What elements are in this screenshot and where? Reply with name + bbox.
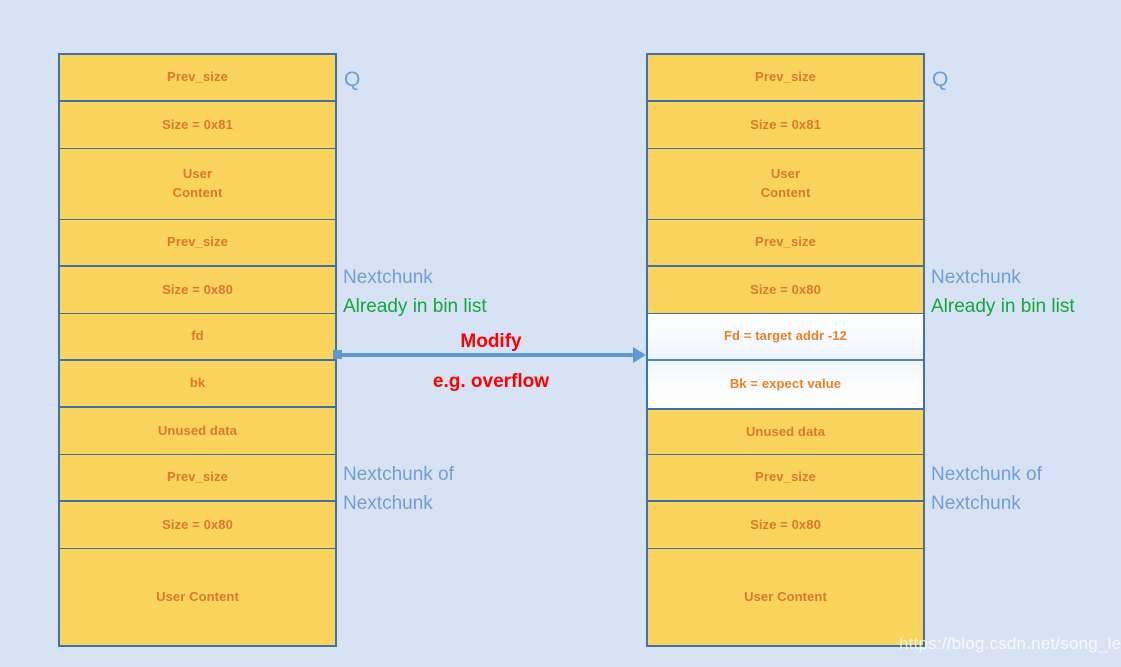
row-label: Size = 0x80 bbox=[750, 281, 821, 297]
row-label: fd bbox=[191, 328, 204, 344]
left-row-prev-size-1: Prev_size bbox=[60, 220, 335, 267]
right-row-size-0x81: Size = 0x81 bbox=[648, 102, 923, 149]
right-nextchunk-note: Already in bin list bbox=[931, 295, 1075, 317]
right-nextchunk-annotation: Nextchunk Already in bin list bbox=[931, 264, 1075, 322]
row-label: bk bbox=[189, 375, 206, 391]
right-chunk-column: Prev_size Size = 0x81 User Content Prev_… bbox=[646, 53, 925, 647]
left-nextchunk-of-nextchunk-annotation: Nextchunk of Nextchunk bbox=[343, 461, 454, 519]
right-row-unused-data: Unused data bbox=[648, 408, 923, 455]
left-row-size-0x80-1: Size = 0x80 bbox=[60, 502, 335, 549]
row-label-line2: Content bbox=[760, 185, 811, 200]
right-nnc-line2: Nextchunk bbox=[931, 492, 1021, 514]
modify-label: Modify bbox=[460, 331, 522, 352]
right-nextchunk-title: Nextchunk bbox=[931, 267, 1021, 288]
right-row-size-0x80-1: Size = 0x80 bbox=[648, 502, 923, 549]
row-label: User Content bbox=[156, 588, 239, 604]
left-row-prev-size-0: Prev_size bbox=[60, 55, 335, 102]
left-row-size-0x80-0: Size = 0x80 bbox=[60, 267, 335, 314]
left-row-user-content-1: User Content bbox=[60, 549, 335, 645]
row-label: User Content bbox=[744, 588, 827, 604]
right-nextchunk-of-nextchunk-annotation: Nextchunk of Nextchunk bbox=[931, 461, 1042, 519]
watermark: https://blog.csdn.net/song_lee bbox=[899, 634, 1121, 653]
right-row-prev-size-0: Prev_size bbox=[648, 55, 923, 102]
left-row-bk: bk bbox=[60, 361, 335, 408]
right-row-user-content-0: User Content bbox=[648, 149, 923, 220]
right-row-user-content-1: User Content bbox=[648, 549, 923, 645]
left-nnc-line2: Nextchunk bbox=[343, 492, 433, 514]
row-label: Fd = target addr -12 bbox=[724, 328, 847, 344]
row-label-line1: User bbox=[182, 166, 213, 182]
row-label: Unused data bbox=[745, 423, 826, 439]
left-row-prev-size-2: Prev_size bbox=[60, 455, 335, 502]
right-row-bk-overwritten: Bk = expect value bbox=[648, 361, 923, 408]
row-label: Prev_size bbox=[755, 469, 816, 485]
right-row-size-0x80-0: Size = 0x80 bbox=[648, 267, 923, 314]
overflow-label: e.g. overflow bbox=[432, 371, 550, 392]
left-row-user-content-0: User Content bbox=[60, 149, 335, 220]
left-nextchunk-note: Already in bin list bbox=[343, 295, 487, 317]
row-label: Prev_size bbox=[167, 234, 228, 250]
left-row-unused-data: Unused data bbox=[60, 408, 335, 455]
row-label: Size = 0x80 bbox=[750, 516, 821, 532]
row-label: Size = 0x81 bbox=[162, 116, 233, 132]
modify-arrow-head-icon bbox=[633, 347, 646, 363]
row-label: Size = 0x80 bbox=[162, 281, 233, 297]
left-nnc-line1: Nextchunk of bbox=[343, 464, 454, 485]
row-label: Unused data bbox=[157, 422, 238, 438]
row-label: Bk = expect value bbox=[729, 376, 842, 392]
diagram-canvas: Prev_size Size = 0x81 User Content Prev_… bbox=[0, 0, 1121, 667]
left-chunk-q-marker: Q bbox=[344, 68, 361, 91]
row-label: Prev_size bbox=[755, 234, 816, 250]
right-row-fd-overwritten: Fd = target addr -12 bbox=[648, 314, 923, 361]
row-label: Prev_size bbox=[167, 469, 228, 485]
left-nextchunk-title: Nextchunk bbox=[343, 267, 433, 288]
row-label: Prev_size bbox=[167, 69, 228, 85]
row-label: Size = 0x80 bbox=[162, 516, 233, 532]
left-chunk-column: Prev_size Size = 0x81 User Content Prev_… bbox=[58, 53, 337, 647]
left-row-fd: fd bbox=[60, 314, 335, 361]
row-label: Prev_size bbox=[755, 69, 816, 85]
right-chunk-q-marker: Q bbox=[932, 68, 949, 91]
right-row-prev-size-2: Prev_size bbox=[648, 455, 923, 502]
left-row-size-0x81: Size = 0x81 bbox=[60, 102, 335, 149]
arrow-origin-tick bbox=[333, 350, 342, 359]
row-label: Size = 0x81 bbox=[750, 116, 821, 132]
right-nnc-line1: Nextchunk of bbox=[931, 464, 1042, 485]
right-row-prev-size-1: Prev_size bbox=[648, 220, 923, 267]
row-label-line2: Content bbox=[172, 185, 223, 200]
left-nextchunk-annotation: Nextchunk Already in bin list bbox=[343, 264, 487, 322]
modify-arrow-line bbox=[337, 353, 635, 357]
row-label-line1: User bbox=[770, 166, 801, 182]
